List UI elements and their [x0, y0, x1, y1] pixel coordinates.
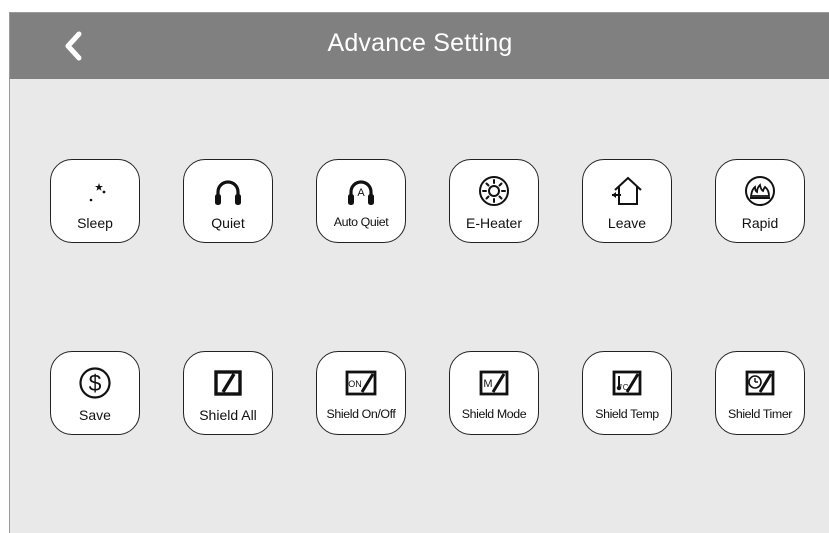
heater-sun-icon [476, 174, 512, 208]
moon-stars-icon [77, 174, 113, 208]
shield-temp-icon: °C [609, 366, 645, 400]
svg-text:M: M [483, 378, 492, 390]
tile-label: Shield On/Off [326, 407, 396, 421]
leave-home-icon [609, 174, 645, 208]
svg-text:ON: ON [348, 379, 362, 389]
dollar-circle-icon: $ [77, 366, 113, 400]
quiet-button[interactable]: Quiet [183, 159, 273, 243]
rapid-button[interactable]: Rapid [715, 159, 805, 243]
auto-headphones-icon: A [343, 174, 379, 208]
e-heater-button[interactable]: E-Heater [449, 159, 539, 243]
shield-mode-button[interactable]: M Shield Mode [449, 351, 539, 435]
shield-mode-icon: M [476, 366, 512, 400]
tile-label: Shield Temp [595, 407, 659, 421]
shield-onoff-button[interactable]: ON Shield On/Off [316, 351, 406, 435]
tile-label: Leave [607, 215, 647, 231]
tile-label: Shield Timer [727, 407, 793, 421]
save-button[interactable]: $ Save [50, 351, 140, 435]
sleep-button[interactable]: Sleep [50, 159, 140, 243]
tile-label: E-Heater [465, 215, 523, 231]
tile-label: Sleep [77, 215, 113, 231]
tile-label: Auto Quiet [333, 215, 389, 229]
svg-text:°C: °C [620, 383, 629, 392]
tile-label: Quiet [211, 215, 245, 231]
tile-label: Shield Mode [461, 407, 527, 421]
svg-text:A: A [357, 187, 365, 199]
shield-timer-button[interactable]: Shield Timer [715, 351, 805, 435]
leave-button[interactable]: Leave [582, 159, 672, 243]
tile-label: Shield All [199, 407, 257, 423]
tile-label: Rapid [741, 215, 779, 231]
headphones-icon [210, 174, 246, 208]
shield-timer-icon [742, 366, 778, 400]
page-title: Advance Setting [327, 29, 513, 57]
screen: Advance Setting Sleep Quiet A Auto Quiet… [9, 12, 829, 533]
auto-quiet-button[interactable]: A Auto Quiet [316, 159, 406, 243]
header-bar: Advance Setting [10, 13, 829, 79]
rapid-flame-icon [742, 174, 778, 208]
svg-text:$: $ [89, 370, 102, 396]
shield-all-icon [210, 366, 246, 400]
tile-label: Save [79, 407, 111, 423]
shield-all-button[interactable]: Shield All [183, 351, 273, 435]
shield-temp-button[interactable]: °C Shield Temp [582, 351, 672, 435]
shield-onoff-icon: ON [343, 366, 379, 400]
